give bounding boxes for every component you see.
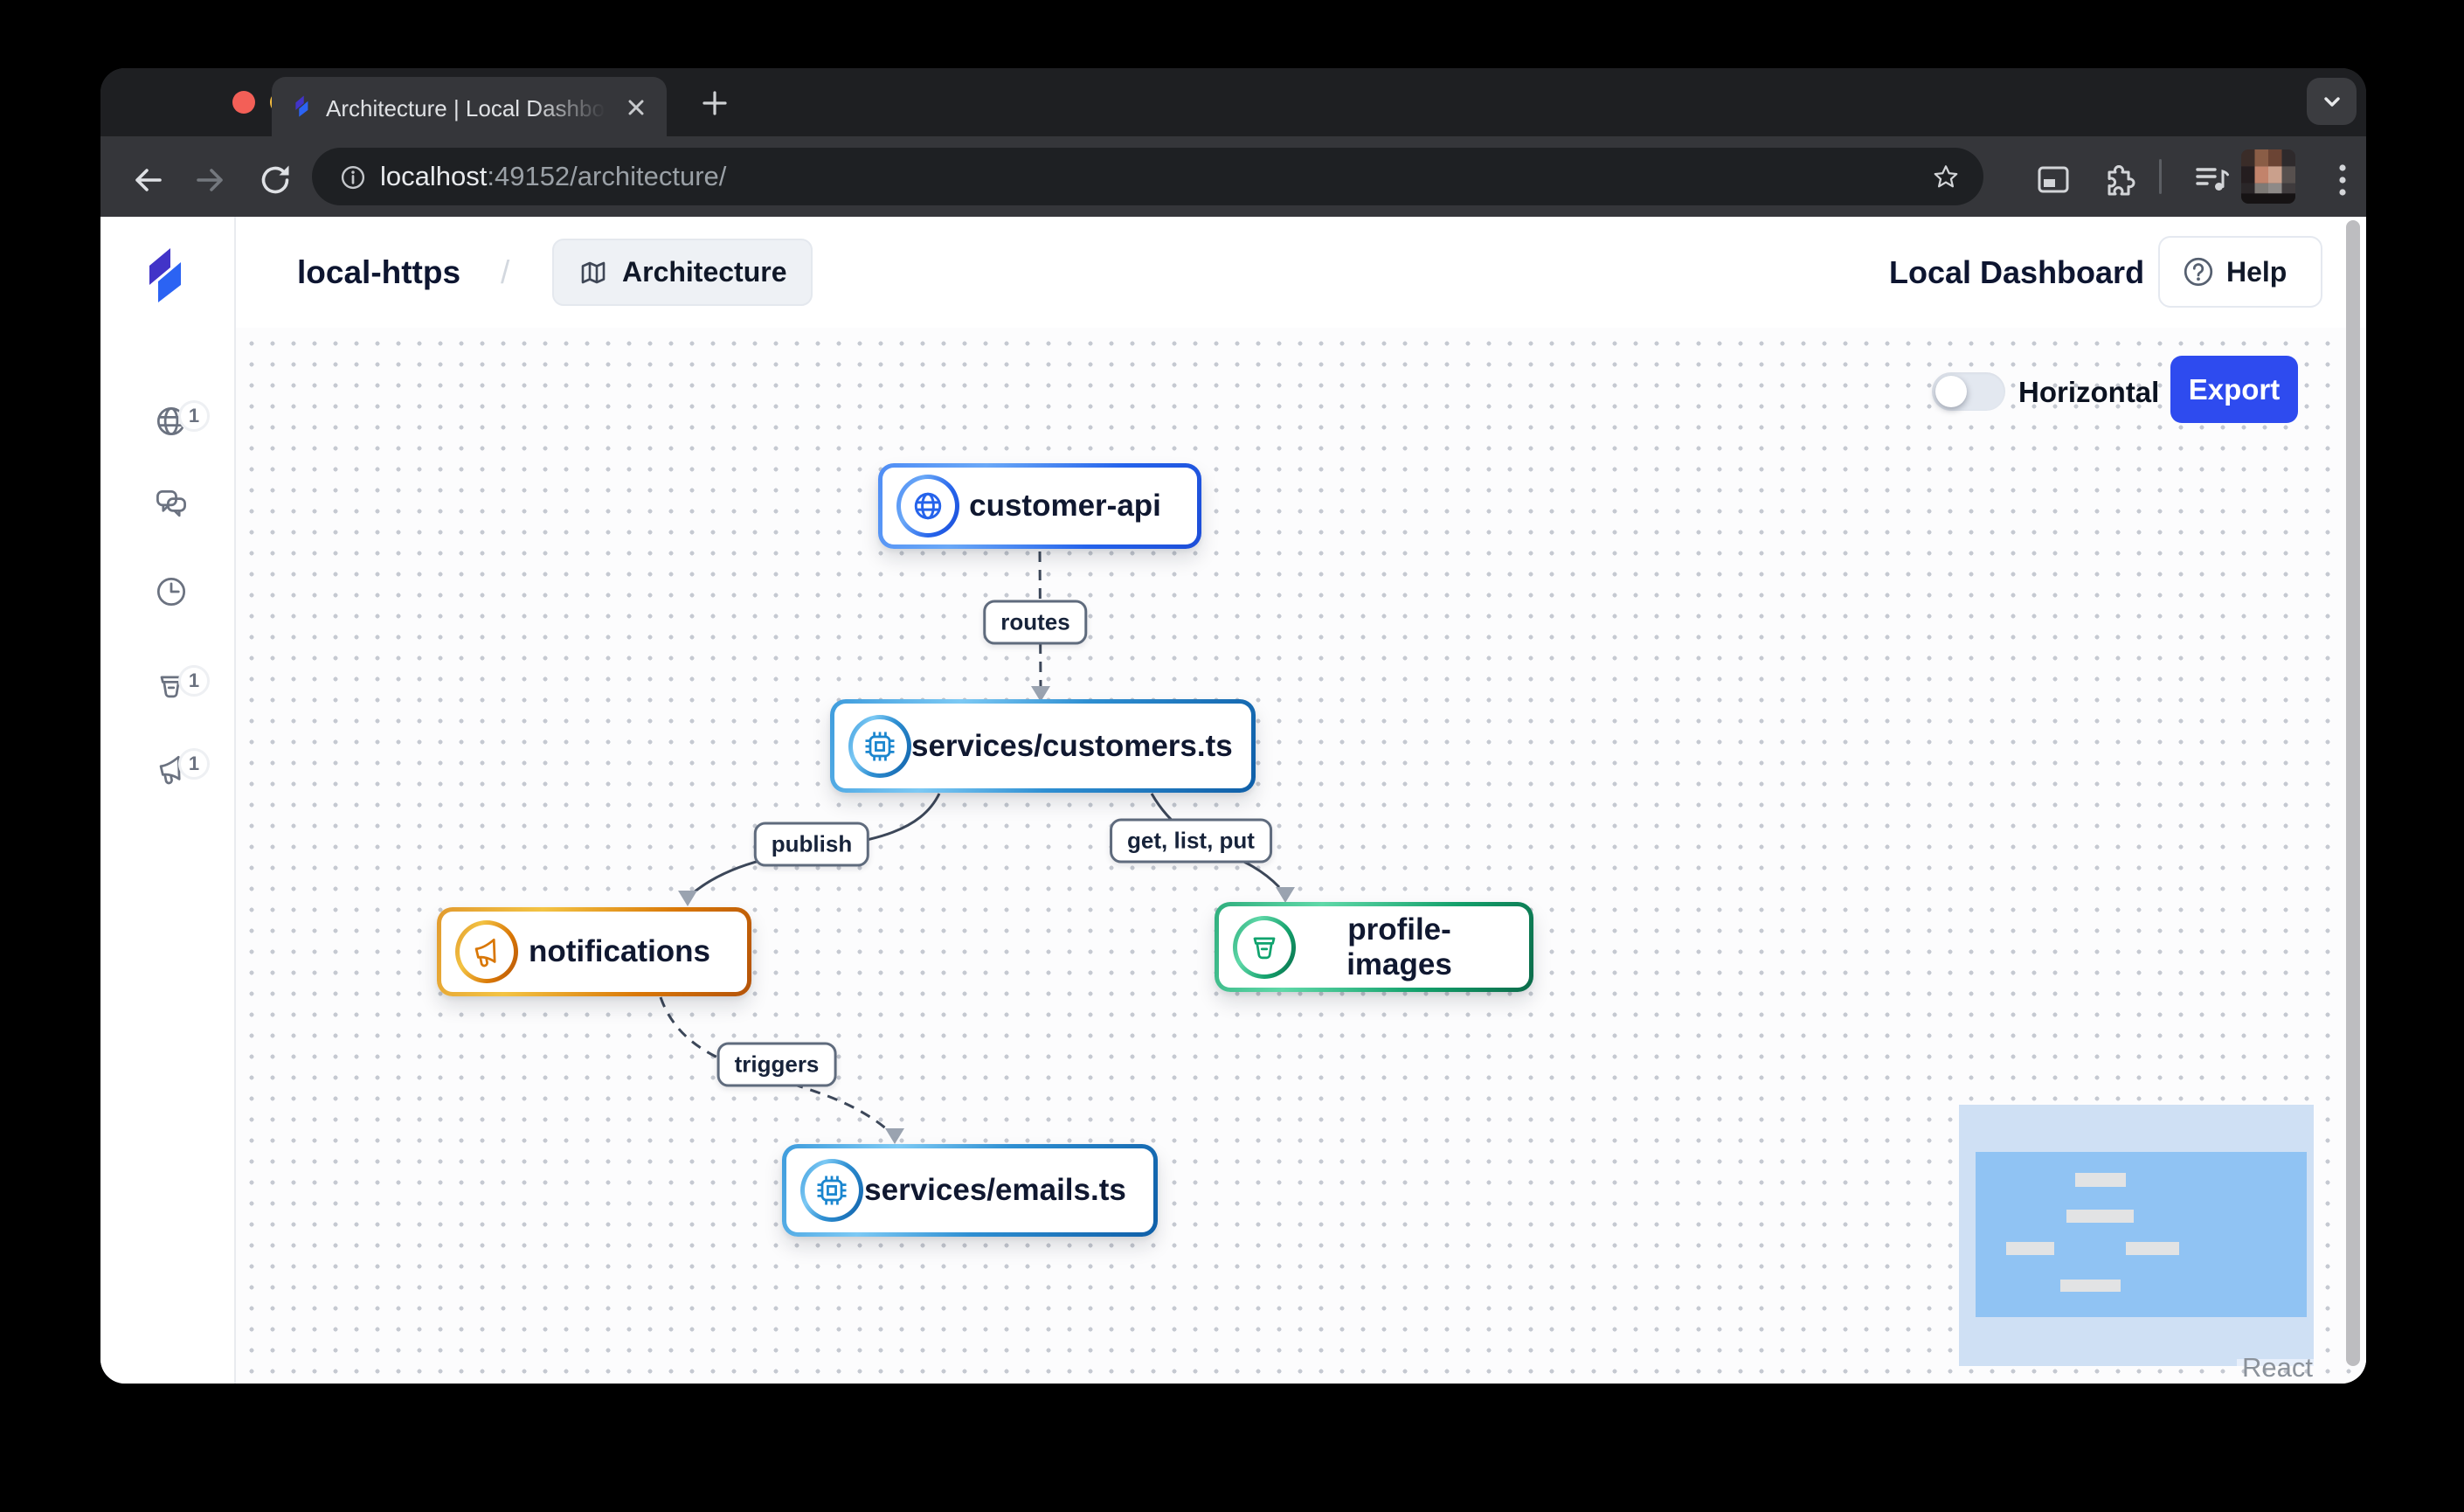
app-name: local-https <box>297 217 460 328</box>
toggle-knob <box>1935 376 1967 407</box>
arrowhead <box>885 1128 904 1144</box>
chip-icon <box>861 727 899 766</box>
architecture-view-label: Architecture <box>622 256 787 288</box>
minimap-node <box>2126 1242 2179 1255</box>
minimap-viewport[interactable] <box>1976 1152 2307 1317</box>
arrowhead <box>1276 887 1295 903</box>
export-button[interactable]: Export <box>2170 356 2298 423</box>
horizontal-toggle[interactable] <box>1932 372 2005 411</box>
node-label: services/emails.ts <box>863 1173 1153 1208</box>
clock-icon <box>152 572 190 611</box>
browser-menu-icon[interactable] <box>2322 159 2364 201</box>
sidebar-item-apis[interactable]: 1 <box>152 402 190 440</box>
chevron-down-icon <box>2320 89 2344 114</box>
back-button[interactable] <box>127 159 169 201</box>
browser-toolbar: localhost:49152/architecture/ <box>100 136 2366 217</box>
node-label: profile-images <box>1296 912 1529 982</box>
architecture-view-button[interactable]: Architecture <box>552 239 813 306</box>
node-profile-images[interactable]: profile-images <box>1215 902 1533 992</box>
app-header: local-https / Architecture Local Dashboa… <box>236 217 2366 328</box>
minimap-node <box>2075 1173 2126 1187</box>
architecture-canvas[interactable]: routes publish get, list, put triggers c… <box>236 328 2366 1384</box>
tab-title: Architecture | Local Dashboard <box>326 95 614 122</box>
address-bar[interactable]: localhost:49152/architecture/ <box>312 148 1983 205</box>
sidebar-badge: 1 <box>178 665 210 697</box>
media-controls-icon[interactable] <box>2191 159 2232 201</box>
bookmark-star-icon[interactable] <box>1929 161 1962 194</box>
extensions-icon[interactable] <box>2097 159 2139 201</box>
node-label: notifications <box>518 934 747 969</box>
browser-titlebar: Architecture | Local Dashboard <box>100 68 2366 136</box>
forward-button[interactable] <box>190 159 232 201</box>
sidebar-item-traces[interactable] <box>152 572 190 611</box>
url-text: localhost:49152/architecture/ <box>380 148 726 205</box>
sidebar-item-chat[interactable] <box>152 485 190 524</box>
edge-label-get-list-put: get, list, put <box>1110 819 1272 864</box>
minimap-node <box>2066 1210 2134 1223</box>
sidebar-item-storage[interactable]: 1 <box>152 667 190 705</box>
sidebar-badge: 1 <box>178 748 210 780</box>
edge-label-routes: routes <box>983 600 1087 645</box>
node-customer-api[interactable]: customer-api <box>878 463 1201 549</box>
environment-title: Local Dashboard <box>1889 217 2144 328</box>
sidebar-badge: 1 <box>178 400 210 432</box>
toolbar-divider <box>2159 159 2162 194</box>
url-host: localhost <box>380 161 487 191</box>
bucket-icon <box>1245 928 1284 967</box>
megaphone-icon <box>467 933 506 971</box>
flow-minimap[interactable] <box>1959 1105 2314 1366</box>
tab-close-icon[interactable] <box>625 96 647 119</box>
close-window-button[interactable] <box>232 91 255 114</box>
reload-button[interactable] <box>254 159 296 201</box>
tab-search-button[interactable] <box>2307 78 2357 125</box>
chat-icon <box>152 485 190 524</box>
browser-window: Architecture | Local Dashboard <box>100 68 2366 1384</box>
question-circle-icon <box>2182 255 2215 288</box>
page-scrollbar[interactable] <box>2346 220 2360 1366</box>
minimap-node <box>2060 1280 2121 1292</box>
breadcrumb-separator: / <box>501 217 509 328</box>
edge-label-publish: publish <box>754 822 869 867</box>
tab-favicon-icon <box>289 94 314 119</box>
site-info-icon[interactable] <box>336 161 370 194</box>
help-button[interactable]: Help <box>2158 236 2322 308</box>
profile-avatar[interactable] <box>2241 149 2295 204</box>
node-services-emails[interactable]: services/emails.ts <box>782 1144 1158 1237</box>
node-services-customers[interactable]: services/customers.ts <box>830 699 1256 793</box>
sidebar: 1 <box>100 217 236 1384</box>
sidebar-item-topics[interactable]: 1 <box>152 750 190 788</box>
sidepanel-icon[interactable] <box>2032 159 2074 201</box>
node-label: services/customers.ts <box>911 729 1259 764</box>
encore-logo-icon[interactable] <box>142 245 186 308</box>
node-label: customer-api <box>959 489 1197 524</box>
dashboard-page: 1 <box>100 217 2366 1384</box>
map-icon <box>578 257 609 288</box>
browser-tab[interactable]: Architecture | Local Dashboard <box>272 77 667 136</box>
node-notifications[interactable]: notifications <box>437 907 751 996</box>
globe-icon <box>909 487 947 525</box>
arrowhead <box>678 891 697 906</box>
horizontal-toggle-label: Horizontal <box>2018 376 2159 409</box>
new-tab-button[interactable] <box>700 88 730 118</box>
chip-icon <box>813 1171 851 1210</box>
desktop: { "browser": { "tab_title": "Architectur… <box>0 0 2464 1512</box>
minimap-node <box>2006 1242 2054 1255</box>
help-label: Help <box>2226 256 2287 288</box>
url-path: :49152/architecture/ <box>487 161 726 191</box>
edge-label-triggers: triggers <box>717 1043 837 1087</box>
